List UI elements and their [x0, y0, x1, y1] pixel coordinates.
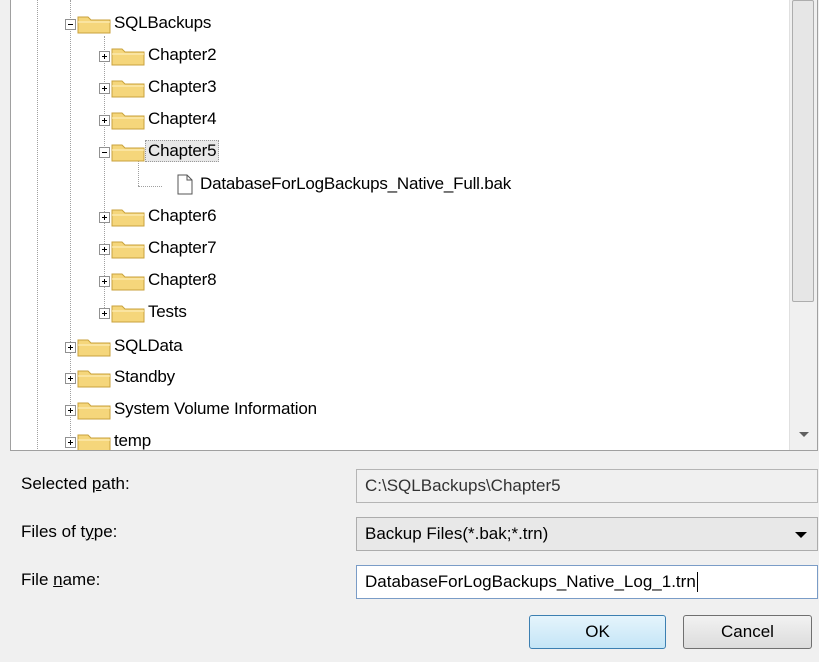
folder-icon — [111, 209, 145, 227]
expand-icon[interactable] — [99, 308, 110, 319]
tree-item-chapter7[interactable]: Chapter7 — [11, 234, 771, 264]
text-caret — [696, 572, 698, 592]
tree-item-system-volume-information[interactable]: System Volume Information — [11, 395, 771, 425]
tree-item-label: Chapter2 — [148, 45, 217, 64]
tree-item-label: Standby — [114, 367, 175, 386]
tree-item-sqldata[interactable]: SQLData — [11, 332, 771, 362]
collapse-icon[interactable] — [65, 19, 76, 30]
selected-path-value: C:\SQLBackups\Chapter5 — [365, 476, 561, 495]
tree-item-label: SQLBackups — [114, 13, 212, 32]
tree-item-sqlbackups[interactable]: SQLBackups — [11, 9, 771, 39]
tree-item-label: DatabaseForLogBackups_Native_Full.bak — [200, 174, 512, 193]
scroll-down-arrow-icon[interactable] — [799, 432, 809, 437]
folder-icon — [77, 339, 111, 357]
tree-item-standby[interactable]: Standby — [11, 363, 771, 393]
expand-icon[interactable] — [99, 244, 110, 255]
folder-icon — [111, 305, 145, 323]
tree-item-label: Chapter4 — [148, 109, 217, 128]
tree-item-chapter5[interactable]: Chapter5 — [11, 137, 771, 167]
files-of-type-select[interactable]: Backup Files(*.bak;*.trn) — [356, 517, 818, 551]
folder-icon — [77, 434, 111, 450]
scrollbar-thumb[interactable] — [792, 0, 814, 302]
tree-item-label: Chapter5 — [145, 140, 220, 162]
tree-item-label: System Volume Information — [114, 399, 317, 418]
expand-icon[interactable] — [99, 212, 110, 223]
folder-tree[interactable]: SQLBackups Chapter2 Chapter3 Chapter4 Ch… — [10, 0, 818, 451]
expand-icon[interactable] — [65, 437, 76, 448]
tree-item-temp[interactable]: temp — [11, 427, 771, 450]
expand-icon[interactable] — [65, 342, 76, 353]
chevron-down-icon[interactable] — [795, 532, 807, 538]
folder-icon — [111, 48, 145, 66]
tree-item-chapter3[interactable]: Chapter3 — [11, 73, 771, 103]
folder-icon — [77, 402, 111, 420]
selected-path-label: Selected path: — [21, 474, 130, 493]
tree-item-file[interactable]: DatabaseForLogBackups_Native_Full.bak — [11, 170, 771, 200]
folder-icon — [111, 241, 145, 259]
folder-icon — [77, 370, 111, 388]
files-of-type-value: Backup Files(*.bak;*.trn) — [365, 524, 549, 543]
collapse-icon[interactable] — [99, 147, 110, 158]
tree-item-label: Chapter6 — [148, 206, 217, 225]
tree-item-label: Tests — [148, 302, 187, 321]
folder-open-icon — [111, 144, 145, 162]
files-of-type-label: Files of type: — [21, 522, 118, 541]
tree-item-chapter8[interactable]: Chapter8 — [11, 266, 771, 296]
folder-icon — [111, 273, 145, 291]
tree-item-chapter2[interactable]: Chapter2 — [11, 41, 771, 71]
tree-item-chapter4[interactable]: Chapter4 — [11, 105, 771, 135]
expand-icon[interactable] — [99, 51, 110, 62]
expand-icon[interactable] — [65, 405, 76, 416]
expand-icon[interactable] — [99, 83, 110, 94]
vertical-scrollbar[interactable] — [789, 0, 817, 450]
tree-item-label: Chapter8 — [148, 270, 217, 289]
tree-item-label: Chapter3 — [148, 77, 217, 96]
folder-open-icon — [77, 16, 111, 34]
tree-item-label: SQLData — [114, 336, 183, 355]
file-name-value: DatabaseForLogBackups_Native_Log_1.trn — [365, 572, 696, 591]
expand-icon[interactable] — [99, 276, 110, 287]
selected-path-field: C:\SQLBackups\Chapter5 — [356, 469, 818, 503]
folder-icon — [111, 80, 145, 98]
tree-item-label: Chapter7 — [148, 238, 217, 257]
expand-icon[interactable] — [65, 373, 76, 384]
expand-icon[interactable] — [99, 115, 110, 126]
tree-item-chapter6[interactable]: Chapter6 — [11, 202, 771, 232]
cancel-button[interactable]: Cancel — [683, 615, 812, 649]
tree-item-tests[interactable]: Tests — [11, 298, 771, 328]
tree-item-label: temp — [114, 431, 151, 450]
file-name-label: File name: — [21, 570, 101, 589]
folder-icon — [111, 112, 145, 130]
file-name-input[interactable]: DatabaseForLogBackups_Native_Log_1.trn — [356, 565, 818, 599]
ok-button[interactable]: OK — [529, 615, 666, 649]
file-icon — [177, 174, 193, 195]
